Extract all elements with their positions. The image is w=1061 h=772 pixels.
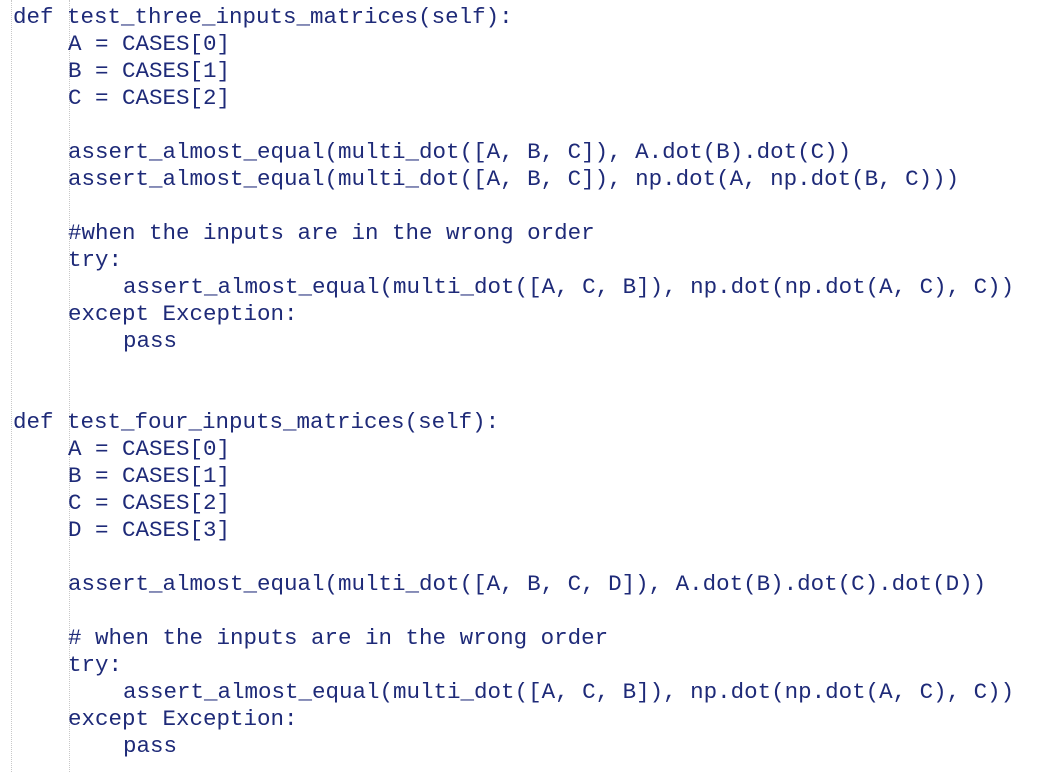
code-line[interactable]: pass bbox=[13, 733, 1014, 760]
code-line[interactable]: pass bbox=[13, 328, 1014, 355]
code-line[interactable]: def test_four_inputs_matrices(self): bbox=[13, 409, 1014, 436]
code-line[interactable] bbox=[13, 112, 1014, 139]
code-line[interactable]: A = CASES[0] bbox=[13, 31, 1014, 58]
code-line[interactable] bbox=[13, 598, 1014, 625]
code-line[interactable]: C = CASES[2] bbox=[13, 490, 1014, 517]
code-line[interactable] bbox=[13, 544, 1014, 571]
code-line[interactable]: assert_almost_equal(multi_dot([A, B, C])… bbox=[13, 166, 1014, 193]
code-line[interactable]: assert_almost_equal(multi_dot([A, B, C, … bbox=[13, 571, 1014, 598]
code-line[interactable]: #when the inputs are in the wrong order bbox=[13, 220, 1014, 247]
code-line[interactable] bbox=[13, 355, 1014, 382]
code-line[interactable]: # when the inputs are in the wrong order bbox=[13, 625, 1014, 652]
code-line[interactable] bbox=[13, 193, 1014, 220]
code-line[interactable] bbox=[13, 382, 1014, 409]
code-editor[interactable]: def test_three_inputs_matrices(self): A … bbox=[0, 0, 1061, 772]
code-line[interactable]: B = CASES[1] bbox=[13, 58, 1014, 85]
code-line[interactable]: try: bbox=[13, 247, 1014, 274]
code-line[interactable]: assert_almost_equal(multi_dot([A, C, B])… bbox=[13, 274, 1014, 301]
code-text-area[interactable]: def test_three_inputs_matrices(self): A … bbox=[13, 4, 1014, 760]
code-line[interactable]: C = CASES[2] bbox=[13, 85, 1014, 112]
code-line[interactable]: D = CASES[3] bbox=[13, 517, 1014, 544]
code-line[interactable]: def test_three_inputs_matrices(self): bbox=[13, 4, 1014, 31]
code-line[interactable]: B = CASES[1] bbox=[13, 463, 1014, 490]
code-line[interactable]: try: bbox=[13, 652, 1014, 679]
code-line[interactable]: A = CASES[0] bbox=[13, 436, 1014, 463]
indent-guide-level-0 bbox=[11, 0, 12, 772]
code-line[interactable]: assert_almost_equal(multi_dot([A, C, B])… bbox=[13, 679, 1014, 706]
code-line[interactable]: assert_almost_equal(multi_dot([A, B, C])… bbox=[13, 139, 1014, 166]
code-line[interactable]: except Exception: bbox=[13, 301, 1014, 328]
code-line[interactable]: except Exception: bbox=[13, 706, 1014, 733]
